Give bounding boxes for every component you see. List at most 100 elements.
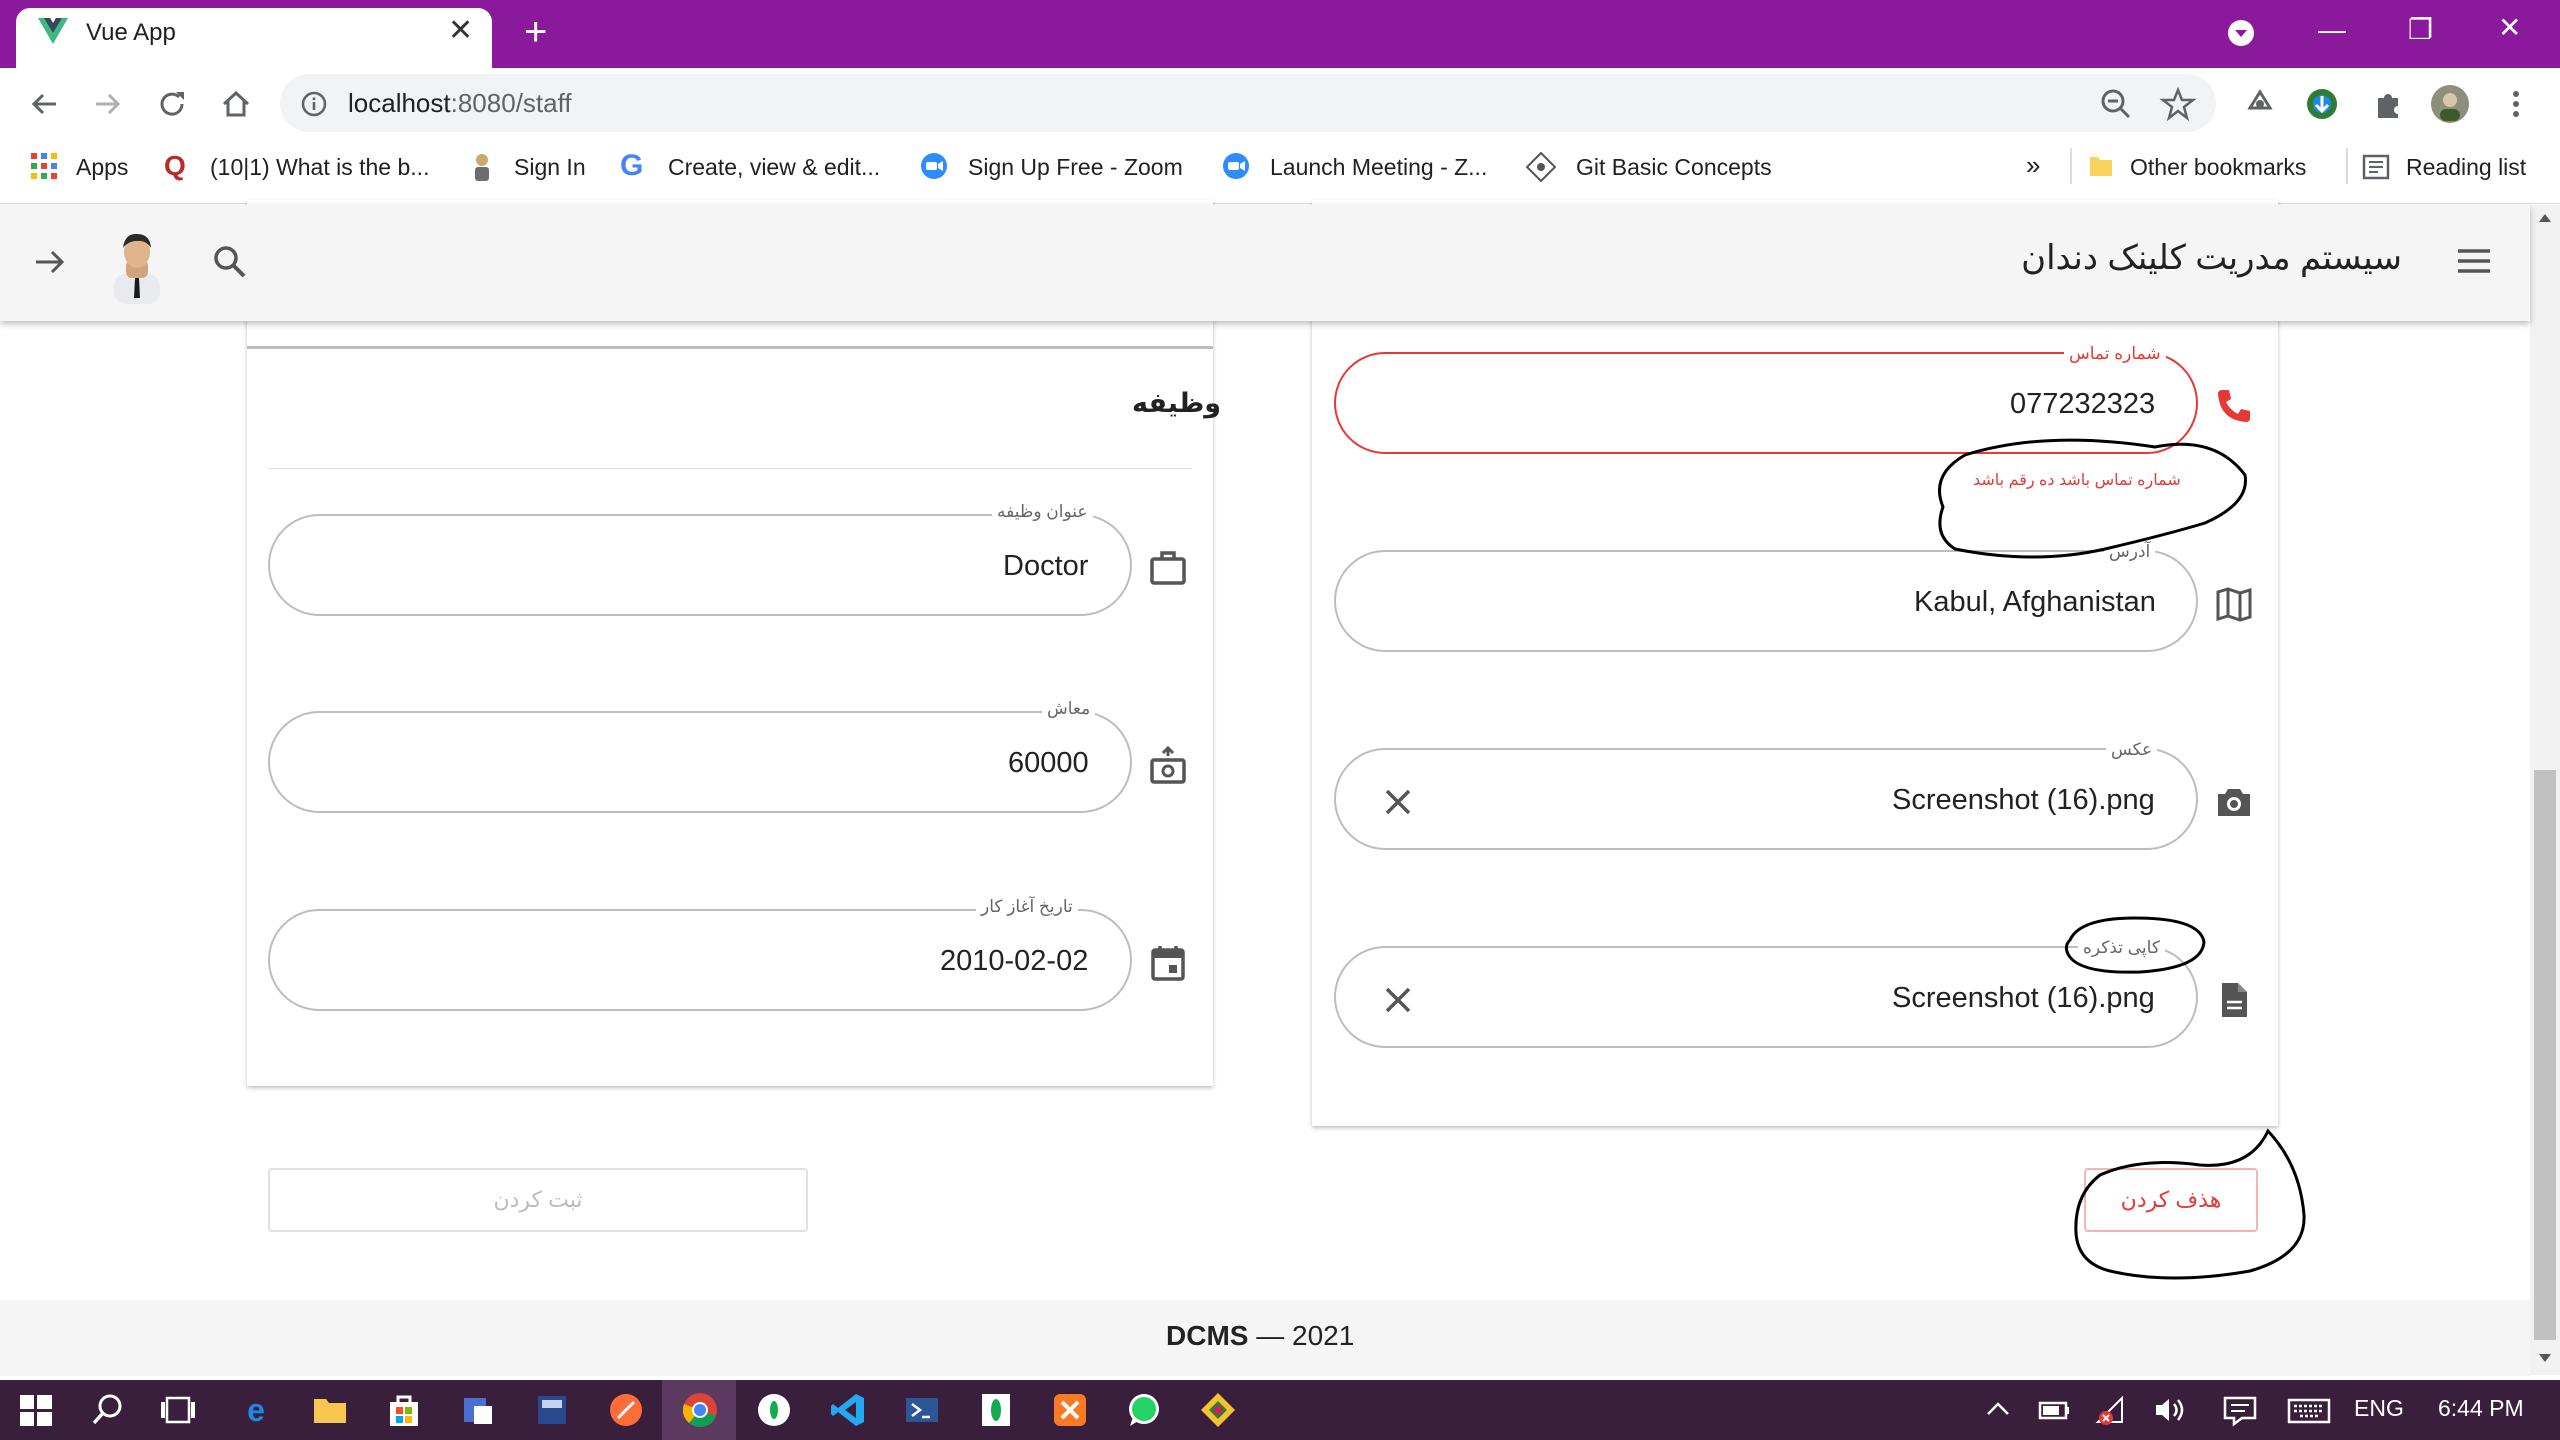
- bookmark-google-docs[interactable]: Create, view & edit...: [668, 154, 880, 181]
- apps-grid-icon: [30, 152, 58, 180]
- annotation-scribble: [1925, 425, 2255, 565]
- folder-icon: [2088, 153, 2114, 179]
- tazkira-value[interactable]: Screenshot (16).png: [1892, 982, 2155, 1015]
- download-manager-icon[interactable]: [2302, 84, 2342, 124]
- file-explorer-icon[interactable]: [310, 1390, 350, 1430]
- scroll-up-icon[interactable]: [2536, 210, 2554, 226]
- language-indicator[interactable]: ENG: [2354, 1395, 2404, 1422]
- tab-close-button[interactable]: ✕: [448, 16, 473, 46]
- start-date-label: تاریخ آغاز کار: [976, 897, 1078, 917]
- profile-avatar[interactable]: [2430, 84, 2470, 124]
- avatar[interactable]: [96, 222, 178, 304]
- salary-field[interactable]: [268, 711, 1132, 813]
- forward-icon[interactable]: [88, 84, 128, 124]
- store-icon[interactable]: [384, 1390, 424, 1430]
- app-icon[interactable]: [532, 1390, 572, 1430]
- bookmark-git[interactable]: Git Basic Concepts: [1576, 154, 1772, 181]
- app-icon[interactable]: [458, 1390, 498, 1430]
- bookmark-sign-in[interactable]: Sign In: [514, 154, 586, 181]
- google-icon: G: [620, 149, 644, 182]
- card-divider: [247, 346, 1213, 349]
- edge-browser-icon[interactable]: e: [236, 1390, 276, 1430]
- site-info-icon[interactable]: [300, 90, 328, 118]
- tray-overflow-icon[interactable]: [1978, 1390, 2018, 1430]
- bookmark-apps[interactable]: Apps: [76, 154, 128, 181]
- job-title-value[interactable]: Doctor: [1003, 550, 1088, 583]
- scrollbar-thumb[interactable]: [2534, 770, 2556, 1340]
- xampp-icon[interactable]: [1050, 1390, 1090, 1430]
- annotation-scribble: [2060, 910, 2210, 980]
- powershell-icon[interactable]: [902, 1390, 942, 1430]
- job-card-heading: وظیفه: [1132, 388, 1222, 418]
- clear-photo-icon[interactable]: [1382, 786, 1414, 818]
- zoom-icon: [1222, 152, 1250, 180]
- footer-text: DCMS — 2021: [1166, 1320, 1355, 1351]
- bookmarks-divider: [2346, 148, 2348, 184]
- recycle-extension-icon[interactable]: [2240, 84, 2280, 124]
- job-title-label: عنوان وظیفه: [992, 502, 1093, 522]
- phone-label: شماره تماس: [2064, 344, 2166, 364]
- zoom-icon: [920, 152, 948, 180]
- network-disconnected-icon[interactable]: [2092, 1390, 2132, 1430]
- camera-icon: [2214, 782, 2254, 822]
- submit-button[interactable]: ثبت کردن: [268, 1168, 808, 1232]
- quora-icon: Q: [164, 150, 186, 181]
- clear-tazkira-icon[interactable]: [1382, 984, 1414, 1016]
- chrome-icon[interactable]: [680, 1390, 720, 1430]
- gitkraken-icon[interactable]: [1198, 1390, 1238, 1430]
- whatsapp-icon[interactable]: [1124, 1390, 1164, 1430]
- profile-dropdown-icon[interactable]: [2226, 18, 2256, 48]
- restore-button[interactable]: ❐: [2408, 16, 2433, 44]
- phone-icon: [2214, 386, 2254, 426]
- hamburger-menu-icon[interactable]: [2456, 246, 2492, 276]
- vscode-icon[interactable]: [828, 1390, 868, 1430]
- volume-icon[interactable]: [2150, 1390, 2190, 1430]
- new-tab-button[interactable]: +: [524, 12, 547, 52]
- cash-icon: [1148, 746, 1188, 786]
- home-icon[interactable]: [216, 84, 256, 124]
- clock[interactable]: 6:44 PM: [2438, 1395, 2524, 1422]
- search-icon[interactable]: [210, 242, 250, 282]
- bookmark-star-icon[interactable]: [2158, 84, 2198, 124]
- phone-value[interactable]: 077232323: [2010, 388, 2155, 421]
- sign-in-icon: [468, 152, 496, 182]
- app-title: سیستم مدریت کلینک دندان: [2021, 239, 2402, 277]
- tab-title: Vue App: [86, 19, 176, 46]
- bookmark-quora[interactable]: (10|1) What is the b...: [210, 154, 429, 181]
- file-icon: [2214, 980, 2254, 1020]
- git-icon: [1526, 152, 1556, 182]
- arrow-right-icon[interactable]: [30, 242, 70, 282]
- url-text: localhost:8080/staff: [348, 88, 572, 118]
- address-value[interactable]: Kabul, Afghanistan: [1914, 586, 2156, 619]
- other-bookmarks[interactable]: Other bookmarks: [2130, 154, 2306, 181]
- taskbar-search-icon[interactable]: [88, 1390, 128, 1430]
- reading-list[interactable]: Reading list: [2406, 154, 2526, 181]
- mongodb-icon[interactable]: [976, 1390, 1016, 1430]
- start-date-value[interactable]: 2010-02-02: [940, 945, 1088, 978]
- postman-icon[interactable]: [606, 1390, 646, 1430]
- action-center-icon[interactable]: [2220, 1390, 2260, 1430]
- menu-kebab-icon[interactable]: [2496, 84, 2536, 124]
- scroll-down-icon[interactable]: [2536, 1350, 2554, 1366]
- salary-value[interactable]: 60000: [1008, 747, 1089, 780]
- battery-icon[interactable]: [2034, 1390, 2074, 1430]
- briefcase-icon: [1148, 548, 1188, 588]
- minimize-button[interactable]: —: [2318, 16, 2346, 44]
- windows-start-icon[interactable]: [16, 1390, 56, 1430]
- mongodb-compass-icon[interactable]: [754, 1390, 794, 1430]
- extensions-puzzle-icon[interactable]: [2368, 84, 2408, 124]
- task-view-icon[interactable]: [158, 1390, 198, 1430]
- back-icon[interactable]: [24, 84, 64, 124]
- zoom-out-icon[interactable]: [2096, 84, 2136, 124]
- photo-label: عکس: [2106, 740, 2158, 760]
- keyboard-icon[interactable]: [2286, 1390, 2331, 1430]
- bookmark-zoom-launch[interactable]: Launch Meeting - Z...: [1270, 154, 1487, 181]
- bookmarks-divider: [2070, 148, 2072, 184]
- bookmark-zoom-signup[interactable]: Sign Up Free - Zoom: [968, 154, 1183, 181]
- map-icon: [2214, 584, 2254, 624]
- reload-icon[interactable]: [152, 84, 192, 124]
- photo-value[interactable]: Screenshot (16).png: [1892, 784, 2155, 817]
- bookmarks-overflow-button[interactable]: »: [2026, 150, 2040, 181]
- close-window-button[interactable]: ✕: [2498, 14, 2521, 42]
- vue-logo-icon: [38, 18, 68, 44]
